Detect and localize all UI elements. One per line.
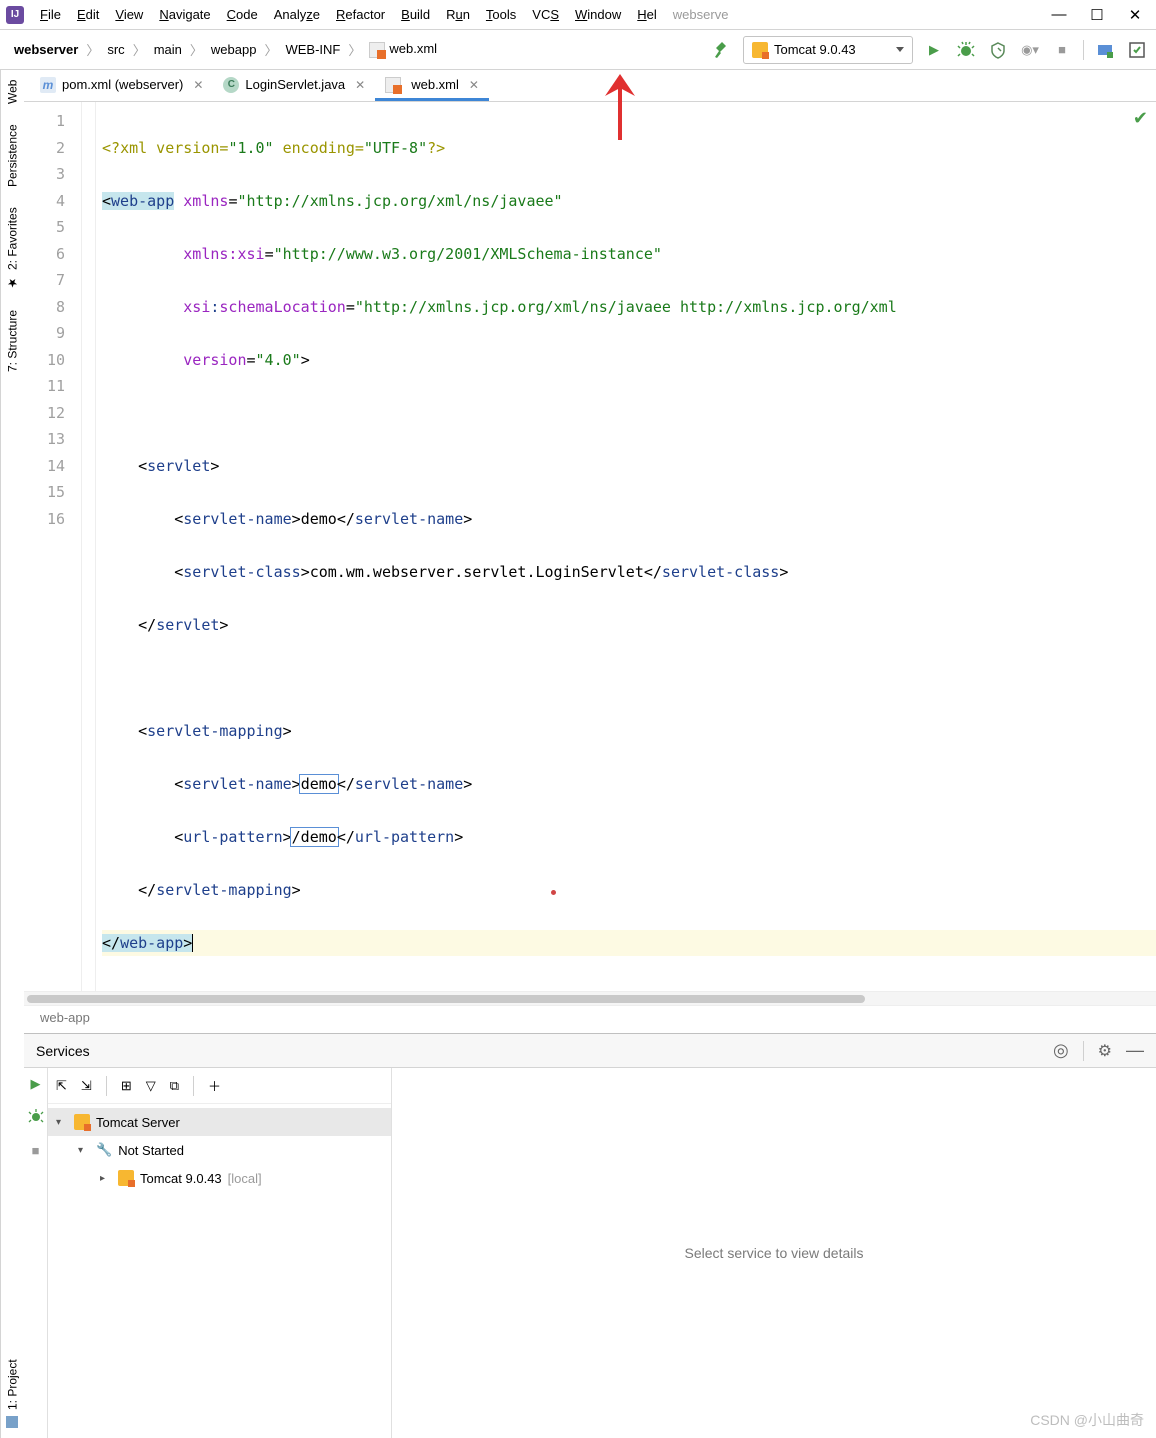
text-cursor [192, 934, 193, 952]
error-dot-icon [551, 890, 556, 895]
project-icon [7, 1416, 19, 1428]
tree-row-status[interactable]: ▾ 🔧 Not Started [48, 1136, 391, 1164]
services-title: Services [36, 1043, 90, 1059]
close-button[interactable]: ✕ [1126, 6, 1144, 24]
services-toolbar: ⇱ ⇲ ⊞ ▽ ⧉ ＋ [48, 1068, 391, 1104]
layout-icon[interactable]: ⧉ [170, 1078, 179, 1094]
run-config-label: Tomcat 9.0.43 [774, 42, 856, 57]
run-configuration-selector[interactable]: Tomcat 9.0.43 [743, 36, 913, 64]
menu-navigate[interactable]: Navigate [151, 3, 218, 26]
git-button[interactable] [1094, 39, 1116, 61]
chevron-down-icon[interactable]: ▾ [56, 1117, 68, 1128]
crumb-project[interactable]: webserver [8, 40, 84, 59]
tab-web-xml[interactable]: web.xml ✕ [375, 71, 489, 101]
tab-label: LoginServlet.java [245, 77, 345, 92]
debug-icon[interactable] [28, 1108, 44, 1127]
tree-row-instance[interactable]: ▸ Tomcat 9.0.43 [local] [48, 1164, 391, 1192]
xml-file-icon [369, 42, 385, 58]
services-tree[interactable]: ▾ Tomcat Server ▾ 🔧 Not Started ▸ [48, 1104, 391, 1196]
close-icon[interactable]: ✕ [193, 78, 203, 92]
xml-file-icon [385, 77, 401, 93]
minimize-button[interactable]: — [1050, 6, 1068, 24]
services-details-placeholder: Select service to view details [392, 1068, 1156, 1438]
stop-button[interactable]: ■ [1051, 39, 1073, 61]
close-icon[interactable]: ✕ [469, 78, 479, 92]
services-action-gutter: ▶ ■ [24, 1068, 48, 1438]
profiler-button[interactable]: ◉▾ [1019, 39, 1041, 61]
target-icon[interactable]: ◎ [1053, 1040, 1069, 1061]
group-icon[interactable]: ⊞ [121, 1078, 132, 1094]
collapse-all-icon[interactable]: ⇲ [81, 1078, 92, 1094]
left-tool-gutter: 1: Project 7: Structure ★2: Favorites Pe… [0, 70, 24, 1438]
persistence-tool-tab[interactable]: Persistence [1, 114, 24, 197]
chevron-right-icon[interactable]: ▸ [100, 1173, 112, 1184]
minimize-panel-button[interactable]: — [1126, 1040, 1144, 1061]
editor-breadcrumb[interactable]: web-app [24, 1005, 1156, 1033]
tab-label: pom.xml (webserver) [62, 77, 183, 92]
wrench-icon: 🔧 [96, 1142, 112, 1158]
java-class-icon: C [223, 77, 239, 93]
crumb-main[interactable]: main [148, 40, 188, 59]
menu-code[interactable]: Code [219, 3, 266, 26]
run-icon[interactable]: ▶ [31, 1076, 41, 1092]
tomcat-icon [74, 1114, 90, 1130]
menu-edit[interactable]: Edit [69, 3, 107, 26]
tomcat-icon [118, 1170, 134, 1186]
crumb-file[interactable]: web.xml [363, 39, 443, 60]
project-tool-tab[interactable]: 1: Project [1, 1349, 24, 1438]
stop-icon[interactable]: ■ [32, 1143, 40, 1158]
watermark: CSDN @小山曲奇 [1030, 1410, 1144, 1430]
favorites-tool-tab[interactable]: ★2: Favorites [1, 197, 24, 300]
expand-all-icon[interactable]: ⇱ [56, 1078, 67, 1094]
line-number-gutter: 12345678910111213141516 [24, 102, 82, 991]
close-icon[interactable]: ✕ [355, 78, 365, 92]
maven-icon: m [40, 77, 56, 93]
menu-file[interactable]: File [32, 3, 69, 26]
menu-analyze[interactable]: Analyze [266, 3, 328, 26]
web-tool-tab[interactable]: Web [1, 70, 24, 114]
build-hammer-icon[interactable] [711, 39, 733, 61]
services-tool-window: Services ◎ ⚙ — ▶ ■ ⇱ ⇲ [24, 1033, 1156, 1438]
filter-icon[interactable]: ▽ [146, 1078, 156, 1094]
menu-refactor[interactable]: Refactor [328, 3, 393, 26]
coverage-button[interactable] [987, 39, 1009, 61]
fold-gutter[interactable] [82, 102, 96, 991]
maximize-button[interactable]: ☐ [1088, 6, 1106, 24]
tab-pom[interactable]: m pom.xml (webserver) ✕ [30, 71, 213, 101]
add-icon[interactable]: ＋ [208, 1076, 221, 1095]
menu-run[interactable]: Run [438, 3, 478, 26]
crumb-webapp[interactable]: webapp [205, 40, 263, 59]
tab-login-servlet[interactable]: C LoginServlet.java ✕ [213, 71, 375, 101]
inspection-ok-icon[interactable]: ✔ [1133, 108, 1148, 129]
menu-help[interactable]: Hel [629, 3, 665, 26]
run-button[interactable]: ▶ [923, 39, 945, 61]
app-icon: IJ [6, 6, 24, 24]
tree-row-root[interactable]: ▾ Tomcat Server [48, 1108, 391, 1136]
window-title: webserve [665, 3, 737, 26]
tab-label: web.xml [411, 77, 459, 92]
menu-window[interactable]: Window [567, 3, 629, 26]
crumb-src[interactable]: src [101, 40, 130, 59]
editor-tabbar: m pom.xml (webserver) ✕ C LoginServlet.j… [24, 70, 1156, 102]
debug-button[interactable] [955, 39, 977, 61]
crumb-webinf[interactable]: WEB-INF [279, 40, 346, 59]
caret-down-icon [896, 47, 904, 52]
menu-vcs[interactable]: VCS [524, 3, 567, 26]
editor[interactable]: 12345678910111213141516 <?xml version="1… [24, 102, 1156, 991]
horizontal-scrollbar[interactable] [24, 991, 1156, 1005]
chevron-down-icon[interactable]: ▾ [78, 1145, 90, 1156]
menubar: IJ File Edit View Navigate Code Analyze … [0, 0, 1156, 30]
menu-build[interactable]: Build [393, 3, 438, 26]
menu-view[interactable]: View [107, 3, 151, 26]
code-area[interactable]: <?xml version="1.0" encoding="UTF-8"?> <… [96, 102, 1156, 991]
menu-tools[interactable]: Tools [478, 3, 524, 26]
gear-icon[interactable]: ⚙ [1098, 1041, 1112, 1061]
search-everywhere-button[interactable] [1126, 39, 1148, 61]
tomcat-icon [752, 42, 768, 58]
structure-tool-tab[interactable]: 7: Structure [1, 300, 24, 382]
navigation-bar: webserver〉 src〉 main〉 webapp〉 WEB-INF〉 w… [0, 30, 1156, 70]
